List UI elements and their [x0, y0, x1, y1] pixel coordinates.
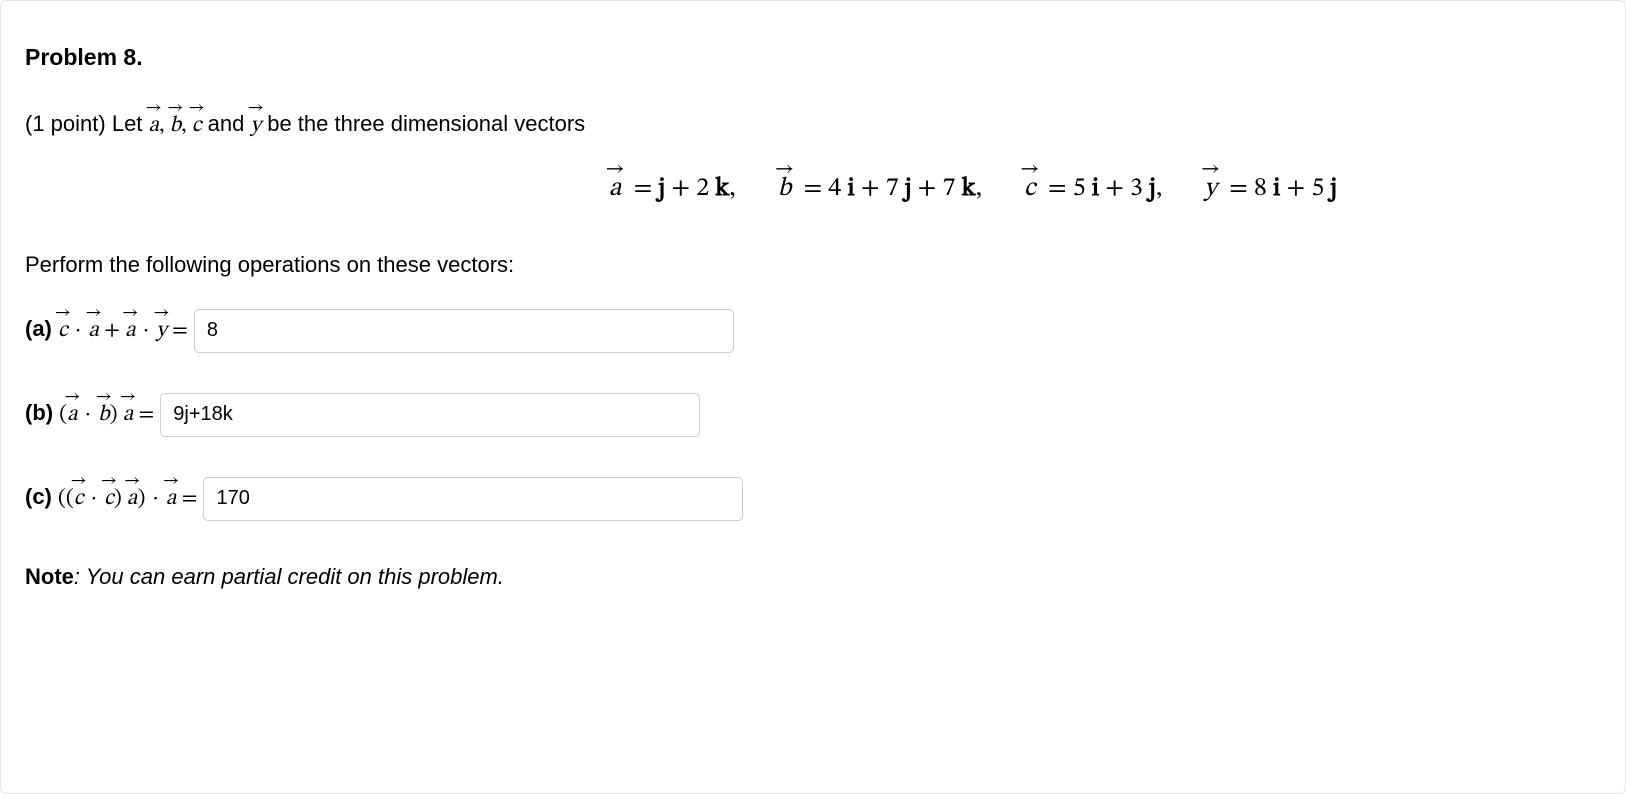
problem-title: Problem 8.: [25, 41, 1601, 74]
vector-definitions: a = j + 2 k, b = 4 i + 7 j + 7 k, c = 5 …: [25, 171, 1601, 209]
intro-text-1: Let: [112, 111, 149, 136]
operations-instruction: Perform the following operations on thes…: [25, 249, 1601, 281]
def-y-lhs: y: [1204, 171, 1217, 209]
intro-text-2: and: [202, 111, 251, 136]
vector-c: c: [192, 111, 202, 143]
def-c-lhs: c: [1024, 171, 1036, 209]
part-c: (c) ((c · c) a) · a =: [25, 477, 1601, 521]
def-a-lhs: a: [609, 171, 621, 209]
part-b-input[interactable]: [160, 393, 700, 437]
part-b: (b) (a · b) a =: [25, 393, 1601, 437]
part-a-label: (a) c · a + a · y =: [25, 313, 188, 348]
problem-card: Problem 8. (1 point) Let a, b, c and y b…: [0, 0, 1626, 794]
points-prefix: (1 point): [25, 111, 112, 136]
intro-line: (1 point) Let a, b, c and y be the three…: [25, 108, 1601, 143]
intro-text-3: be the three dimensional vectors: [261, 111, 585, 136]
vector-y: y: [250, 111, 261, 143]
vector-b: b: [170, 111, 181, 143]
part-a: (a) c · a + a · y =: [25, 309, 1601, 353]
vector-a: a: [149, 111, 160, 143]
part-a-input[interactable]: [194, 309, 734, 353]
def-b-lhs: b: [778, 171, 792, 209]
note-text: : You can earn partial credit on this pr…: [74, 564, 504, 589]
note-line: Note: You can earn partial credit on thi…: [25, 561, 1601, 593]
part-c-input[interactable]: [203, 477, 743, 521]
part-b-label: (b) (a · b) a =: [25, 397, 154, 432]
note-label: Note: [25, 564, 74, 589]
part-c-label: (c) ((c · c) a) · a =: [25, 481, 197, 516]
